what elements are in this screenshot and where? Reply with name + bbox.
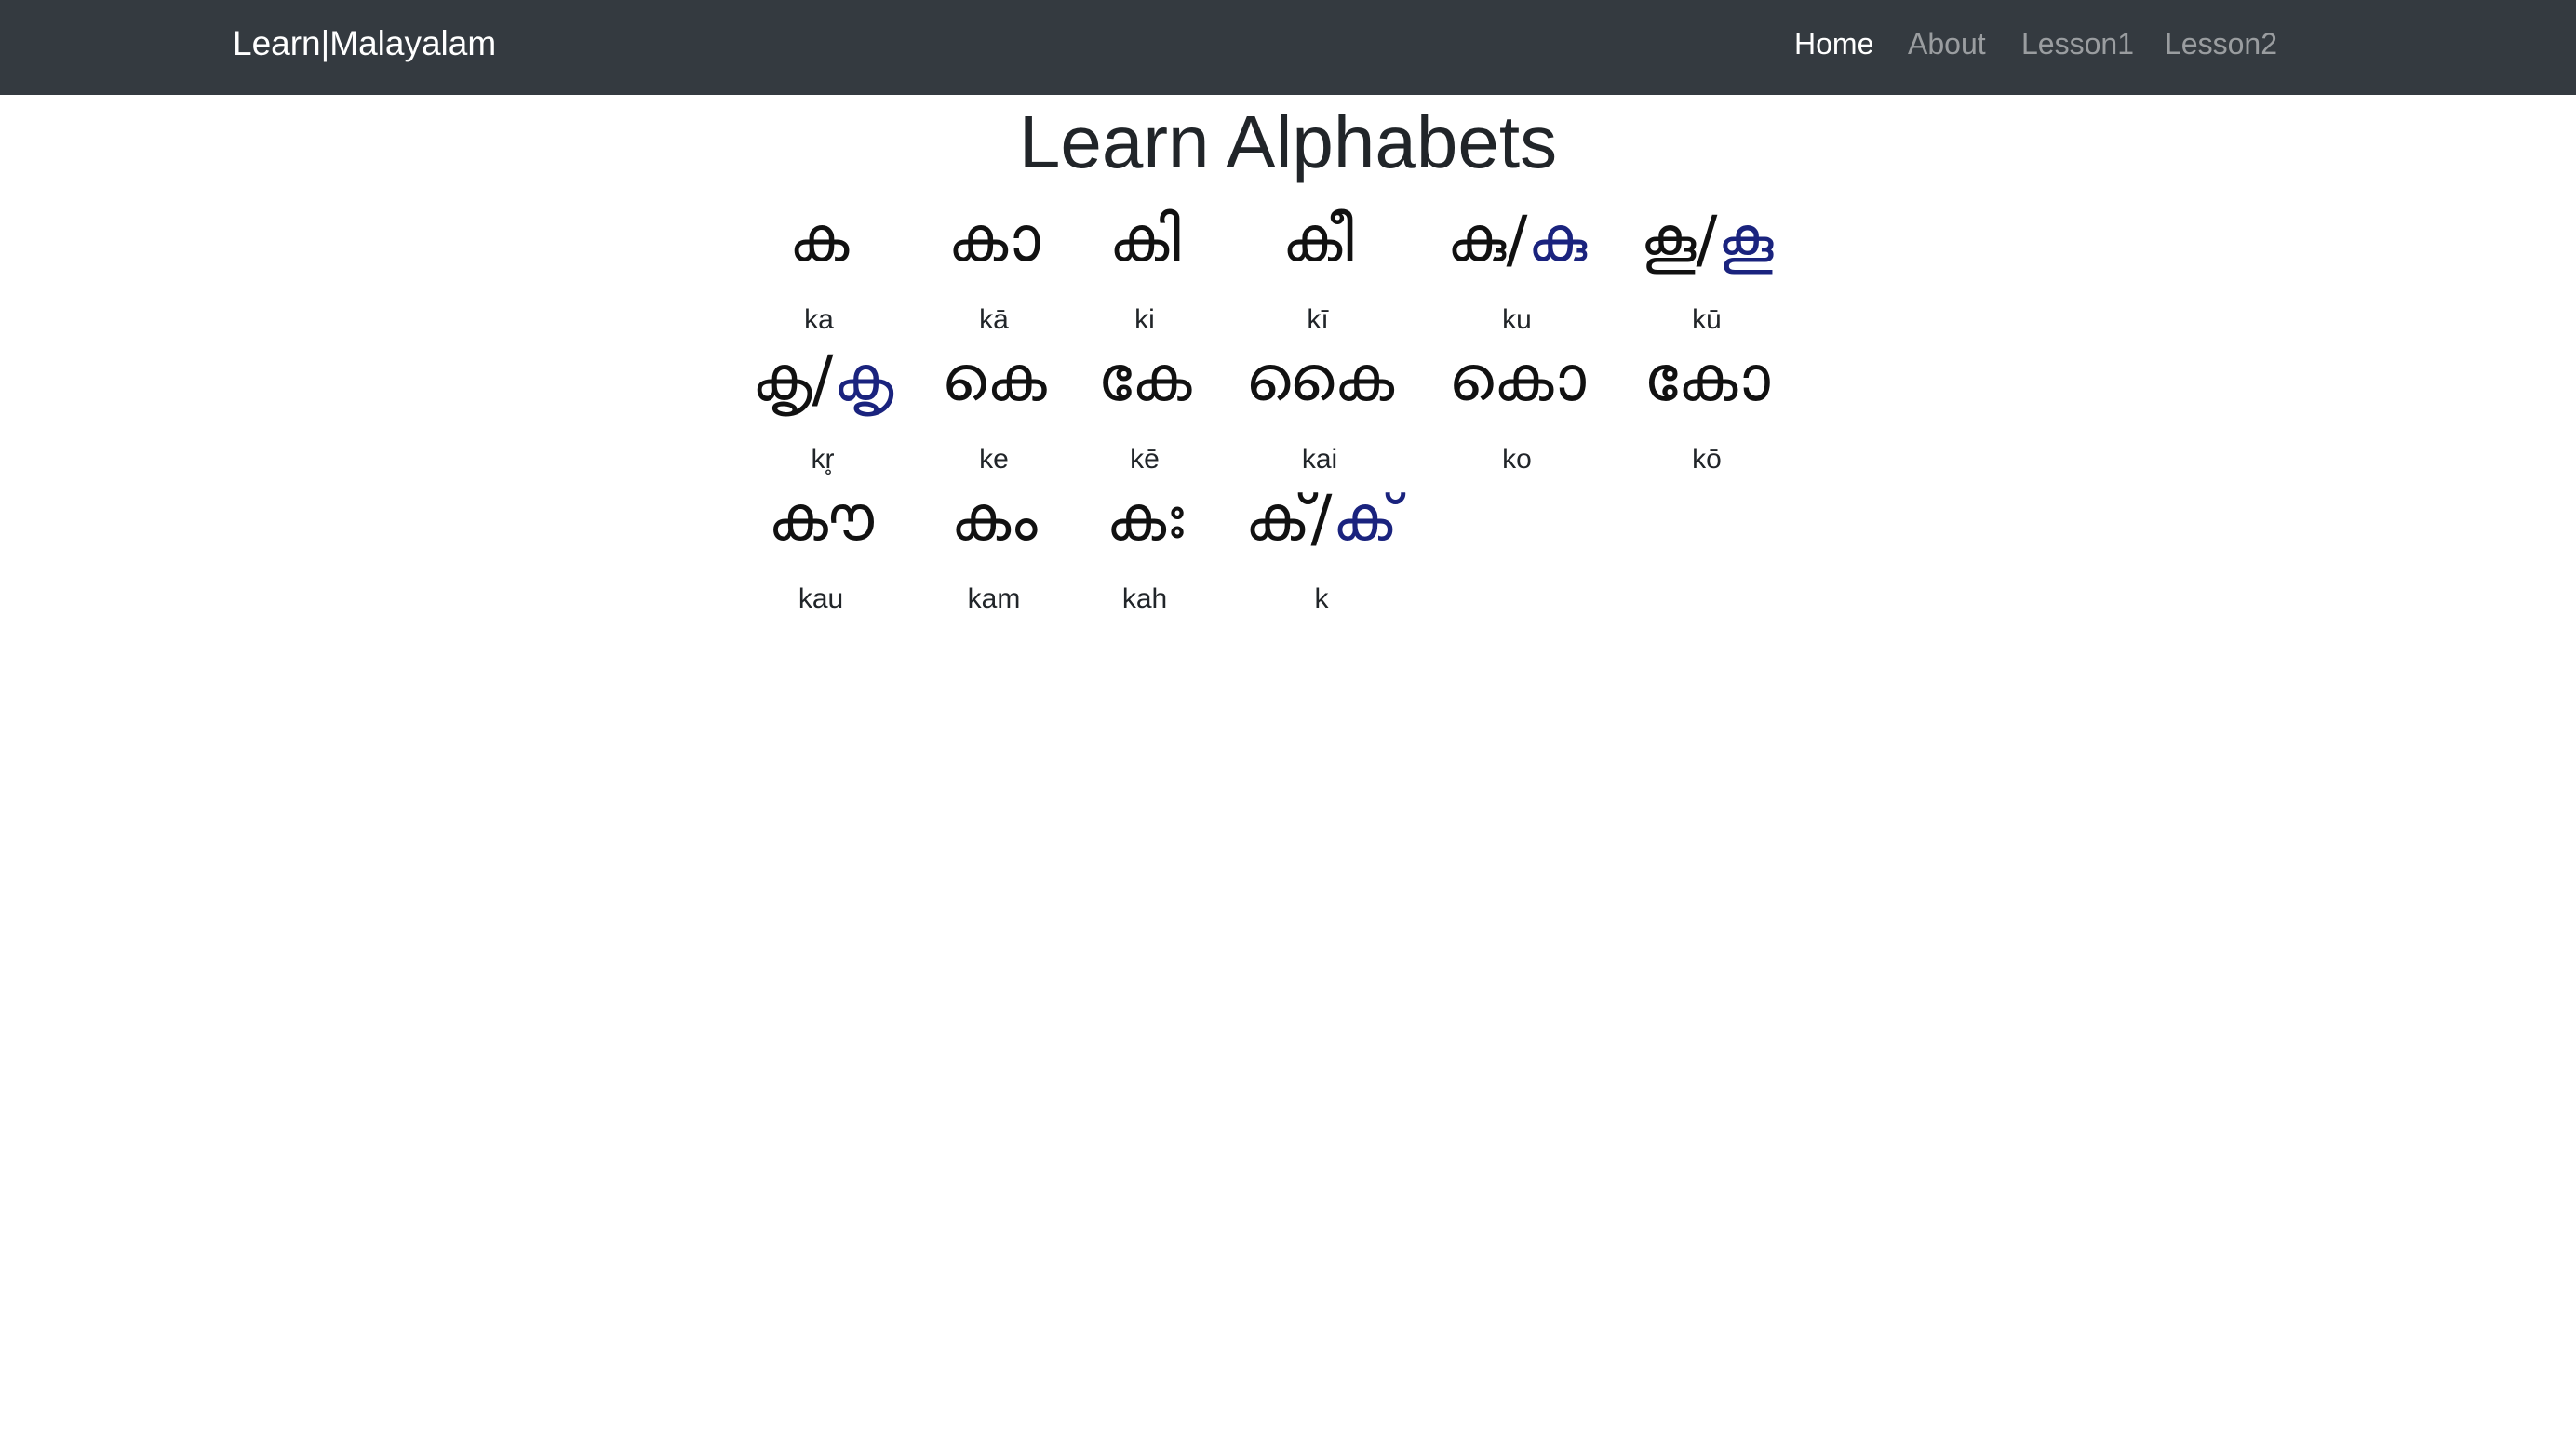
letter-card: കൈ kai: [1208, 337, 1431, 476]
letter-glyph: കൂ/കൂ: [1640, 203, 1774, 276]
letter-card: ക്/ക് k: [1210, 476, 1433, 616]
letter-card: കീ kī: [1206, 197, 1429, 337]
letter-transliteration: kai: [1301, 444, 1338, 475]
alphabet-grid: ക ka കാ kā കി ki കീ kī കു/കു ku കൂ/കൂ kū…: [0, 0, 2576, 651]
letter-glyph: കോ: [1644, 342, 1770, 416]
letter-glyph: കീ: [1281, 203, 1354, 276]
letter-card: കോ kō: [1595, 337, 1818, 476]
letter-card: കൂ/കൂ kū: [1595, 197, 1818, 337]
letter-transliteration: k: [1314, 583, 1329, 614]
letter-transliteration: kō: [1692, 444, 1722, 475]
letter-transliteration: kī: [1307, 304, 1329, 335]
letter-transliteration: kū: [1692, 304, 1722, 335]
letter-glyph: ക്/ക്: [1244, 482, 1399, 556]
letter-glyph: കൈ: [1244, 342, 1395, 416]
